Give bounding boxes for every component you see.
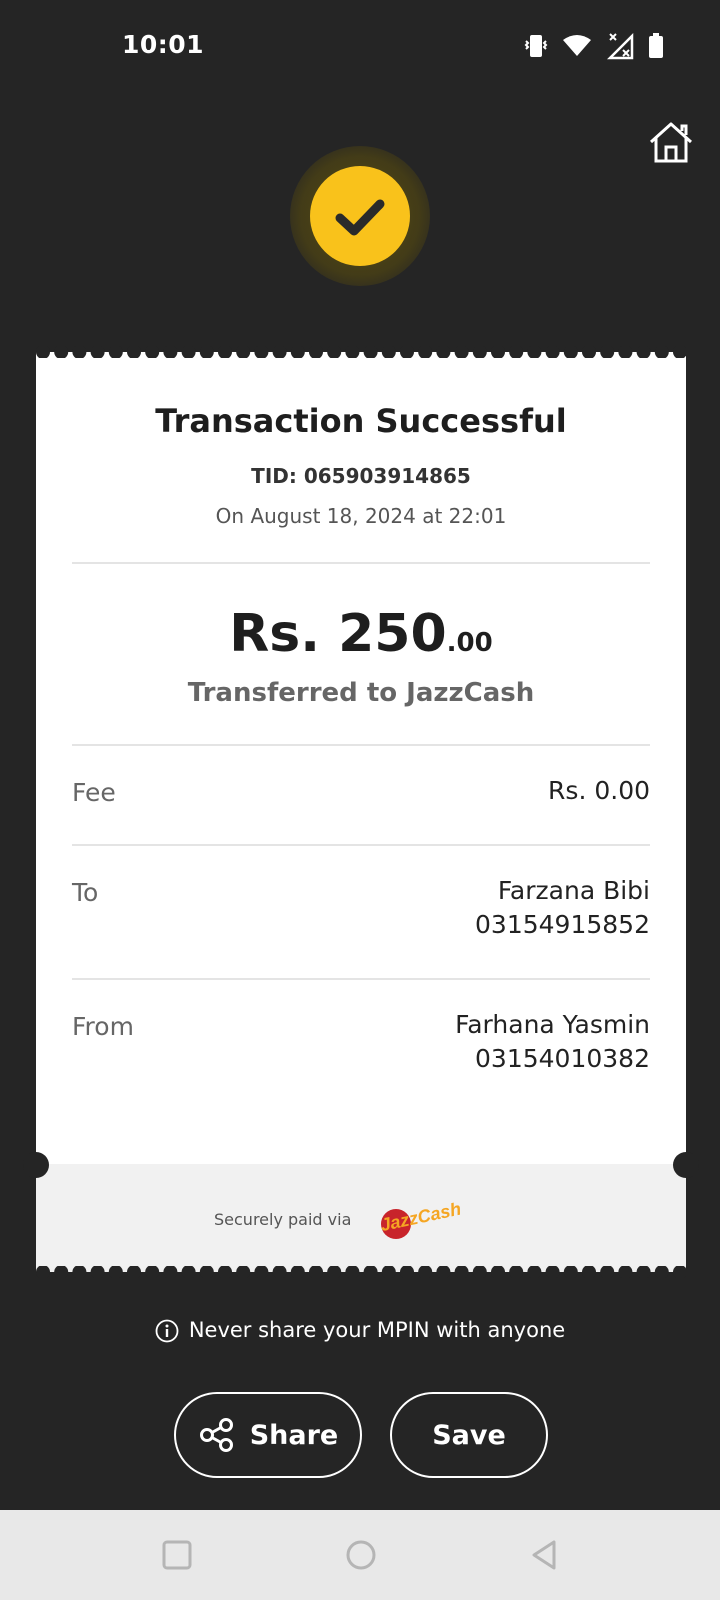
- status-icons: [524, 32, 664, 60]
- transferred-to: Transferred to JazzCash: [187, 678, 535, 708]
- signal-off-icon: [606, 32, 634, 60]
- receipt-scallop-bottom: [36, 1266, 686, 1278]
- fee-value: Rs. 0.00: [548, 776, 650, 805]
- divider: [72, 744, 650, 746]
- receipt-scallop-top: [36, 346, 686, 358]
- receipt-body: Transaction Successful TID: 065903914865…: [36, 352, 686, 1164]
- from-details: Farhana Yasmin 03154010382: [455, 1008, 650, 1076]
- home-icon: [649, 122, 693, 163]
- share-icon: [199, 1418, 233, 1452]
- status-bar: 10:01: [0, 0, 720, 96]
- amount: Rs. 250.00: [36, 604, 686, 664]
- back-button[interactable]: [528, 1538, 562, 1572]
- battery-icon: [649, 33, 663, 58]
- secure-text: Securely paid via: [214, 1210, 352, 1229]
- to-label: To: [72, 878, 99, 907]
- success-badge: [290, 146, 430, 286]
- back-icon: [532, 1540, 556, 1570]
- transaction-id: TID: 065903914865: [251, 464, 471, 488]
- security-warning: Never share your MPIN with anyone: [0, 1318, 720, 1343]
- wifi-icon: [563, 35, 591, 56]
- to-details: Farzana Bibi 03154915852: [475, 874, 650, 942]
- save-button[interactable]: Save: [390, 1392, 548, 1478]
- recents-button[interactable]: [160, 1538, 194, 1572]
- amount-main: Rs. 250: [229, 604, 447, 664]
- jazzcash-logo: JazzCash: [378, 1199, 463, 1239]
- share-label: Share: [249, 1419, 339, 1451]
- transaction-date: On August 18, 2024 at 22:01: [215, 504, 507, 528]
- divider: [72, 844, 650, 846]
- receipt-notch-left: [23, 1152, 49, 1178]
- from-label: From: [72, 1012, 134, 1041]
- status-time: 10:01: [122, 30, 205, 59]
- share-button[interactable]: Share: [174, 1392, 362, 1478]
- nav-home-button[interactable]: [344, 1538, 378, 1572]
- amount-decimal: .00: [446, 628, 493, 658]
- receipt-card: Transaction Successful TID: 065903914865…: [23, 346, 699, 1278]
- to-number: 03154915852: [475, 910, 650, 939]
- receipt-footer: Securely paid via JazzCash: [36, 1164, 686, 1272]
- receipt-title: Transaction Successful: [155, 402, 567, 440]
- svg-text:JazzCash: JazzCash: [378, 1199, 462, 1236]
- warning-text: Never share your MPIN with anyone: [188, 1318, 566, 1342]
- success-circle: [310, 166, 410, 266]
- navigation-bar: [0, 1510, 720, 1600]
- fee-label: Fee: [72, 778, 116, 807]
- recents-icon: [162, 1540, 192, 1570]
- to-name: Farzana Bibi: [497, 876, 650, 905]
- receipt-notch-right: [673, 1152, 699, 1178]
- vibrate-icon: [524, 35, 548, 57]
- save-label: Save: [432, 1419, 506, 1451]
- from-name: Farhana Yasmin: [455, 1010, 650, 1039]
- divider: [72, 978, 650, 980]
- check-icon: [335, 199, 385, 236]
- home-circle-icon: [346, 1540, 376, 1570]
- home-button[interactable]: [648, 120, 694, 166]
- from-number: 03154010382: [475, 1044, 650, 1073]
- info-icon: [155, 1319, 179, 1343]
- divider: [72, 562, 650, 564]
